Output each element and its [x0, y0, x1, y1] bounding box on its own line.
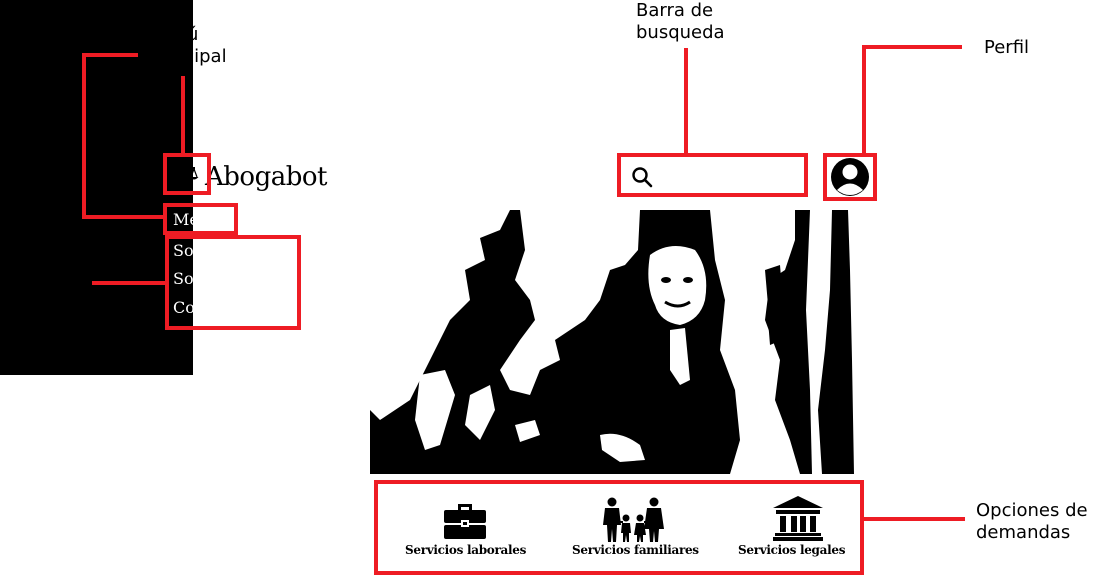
- callout-perfil: Perfil: [984, 37, 1030, 58]
- annotation-box-search: [617, 153, 808, 197]
- annotation-box-menu: [163, 203, 238, 235]
- leader-line: [82, 53, 86, 219]
- annotation-box-options: [165, 235, 301, 330]
- leader-line: [684, 48, 688, 154]
- callout-barra-busqueda: Barra de busqueda: [636, 0, 725, 43]
- leader-line: [862, 45, 866, 155]
- leader-line: [92, 281, 166, 285]
- leader-line: [862, 45, 962, 49]
- callout-opciones-demandas: Opciones de demandas: [976, 500, 1088, 543]
- annotation-box-profile: [823, 153, 877, 201]
- leader-line: [82, 215, 164, 219]
- callout-menu-principal: Menú principal: [149, 24, 227, 67]
- leader-line: [181, 76, 185, 154]
- leader-line: [863, 517, 965, 521]
- hero-image: [370, 210, 864, 474]
- leader-line: [82, 53, 138, 57]
- annotation-box-services: [374, 480, 864, 575]
- brand-name: Abogabot: [205, 162, 327, 192]
- callout-opciones: Opciones: [0, 274, 84, 295]
- annotation-box-logo: [163, 153, 211, 195]
